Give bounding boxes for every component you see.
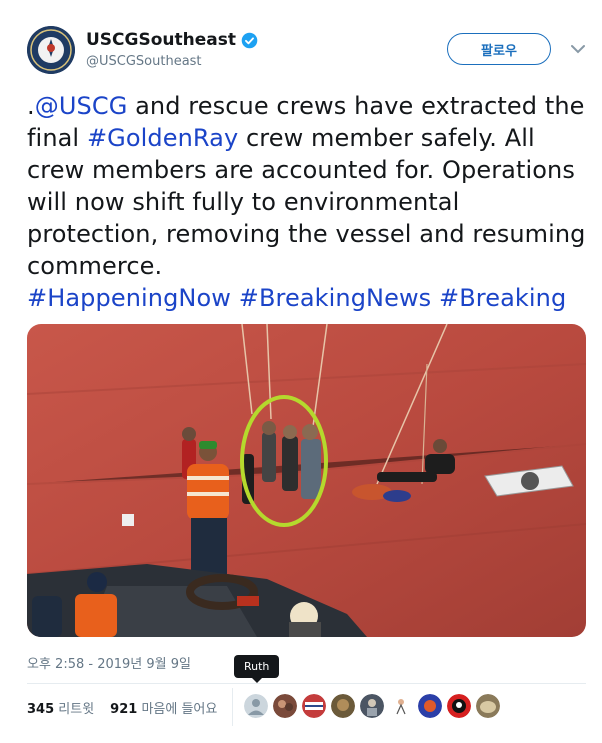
liker-avatar[interactable] [389,694,413,718]
profile-avatar[interactable] [27,26,75,74]
liker-tooltip: Ruth [234,655,280,683]
liker-avatar[interactable] [418,694,442,718]
follow-button[interactable]: 팔로우 [447,33,551,65]
liker-avatar[interactable] [331,694,355,718]
verified-badge-icon [241,32,258,48]
divider [27,683,586,684]
author-name[interactable]: USCGSoutheast [86,30,258,50]
likes-count: 921 [110,702,138,717]
liker-avatars [244,694,500,718]
retweets-stat[interactable]: 345 리트윗 [27,698,94,717]
tweet-text-lead: . [27,92,35,120]
liker-avatar[interactable] [476,694,500,718]
author-handle[interactable]: @USCGSoutheast [86,54,202,69]
tweet-photo[interactable] [27,324,586,637]
tweet-text: .@USCG and rescue crews have extracted t… [27,90,587,314]
hashtag-link[interactable]: #Breaking [439,284,566,312]
hashtag-link[interactable]: #BreakingNews [239,284,432,312]
mention-link[interactable]: @USCG [35,92,128,120]
stats-separator [232,688,233,726]
liker-avatar[interactable] [360,694,384,718]
likes-label: 마음에 들어요 [141,702,218,717]
retweets-label: 리트윗 [58,702,95,717]
hashtag-link[interactable]: #HappeningNow [27,284,231,312]
likes-stat[interactable]: 921 마음에 들어요 [110,698,217,717]
liker-avatar[interactable] [447,694,471,718]
tweet-timestamp[interactable]: 오후 2:58 - 2019년 9월 9일 [27,653,191,672]
retweets-count: 345 [27,702,55,717]
author-name-text[interactable]: USCGSoutheast [86,30,236,50]
hashtag-link[interactable]: #GoldenRay [87,124,238,152]
tweet-stats: 345 리트윗 921 마음에 들어요 [27,698,217,717]
liker-avatar[interactable] [244,694,268,718]
chevron-down-icon[interactable] [571,44,585,54]
liker-avatar[interactable] [302,694,326,718]
liker-avatar[interactable] [273,694,297,718]
